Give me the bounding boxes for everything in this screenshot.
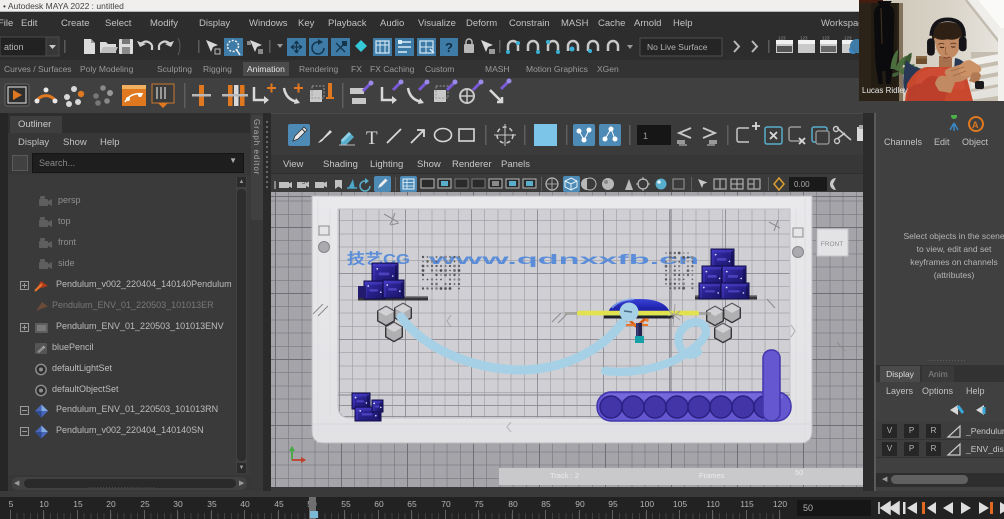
svg-text:Frames: Frames <box>699 471 725 480</box>
svg-text:123: 123 <box>800 36 808 41</box>
svg-text:Lucas Ridley: Lucas Ridley <box>862 86 908 95</box>
svg-text:FRONT: FRONT <box>821 241 843 248</box>
svg-text:No Live Surface: No Live Surface <box>647 42 708 52</box>
svg-text:A: A <box>972 120 979 130</box>
svg-text:0.00: 0.00 <box>794 180 810 189</box>
svg-text:Track : 2: Track : 2 <box>550 471 579 480</box>
svg-text:1: 1 <box>643 131 648 141</box>
svg-text:123: 123 <box>844 36 852 41</box>
svg-text:50: 50 <box>795 468 803 477</box>
svg-text:123: 123 <box>822 36 830 41</box>
svg-text:T: T <box>366 128 378 149</box>
svg-text:?: ? <box>445 40 453 55</box>
svg-text:www.qdnxxfb.cn: www.qdnxxfb.cn <box>427 251 699 267</box>
svg-text:123: 123 <box>778 36 786 41</box>
svg-text:ation: ation <box>4 42 24 52</box>
